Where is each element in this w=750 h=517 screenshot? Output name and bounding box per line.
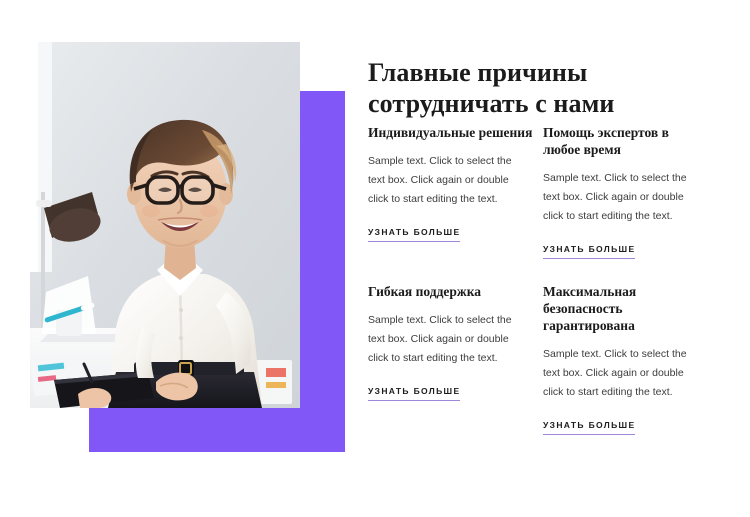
feature-link-3[interactable]: УЗНАТЬ БОЛЬШЕ: [368, 386, 461, 401]
feature-link-2[interactable]: УЗНАТЬ БОЛЬШЕ: [543, 244, 636, 259]
feature-link-1[interactable]: УЗНАТЬ БОЛЬШЕ: [368, 227, 461, 242]
hero-photo-illustration: [30, 42, 300, 408]
hero-photo: [30, 42, 300, 408]
page-title: Главные причины сотрудничать с нами: [368, 58, 615, 119]
page-root: Главные причины сотрудничать с нами Инди…: [0, 0, 750, 517]
features-grid: Индивидуальные решения Sample text. Clic…: [368, 124, 718, 435]
feature-body-3: Sample text. Click to select the text bo…: [368, 314, 512, 364]
content-column: Главные причины сотрудничать с нами Инди…: [368, 0, 723, 517]
feature-card-1: Индивидуальные решения Sample text. Clic…: [368, 124, 533, 259]
feature-body-4: Sample text. Click to select the text bo…: [543, 348, 687, 398]
feature-card-2: Помощь экспертов в любое время Sample te…: [543, 124, 708, 259]
feature-link-4[interactable]: УЗНАТЬ БОЛЬШЕ: [543, 420, 636, 435]
hero-visual: [0, 0, 360, 517]
feature-card-4: Максимальная безопасность гарантирована …: [543, 283, 708, 435]
feature-body-2: Sample text. Click to select the text bo…: [543, 172, 687, 222]
feature-title-4: Максимальная безопасность гарантирована: [543, 284, 637, 333]
feature-card-3: Гибкая поддержка Sample text. Click to s…: [368, 283, 533, 435]
feature-title-2: Помощь экспертов в любое время: [543, 125, 669, 157]
feature-body-1: Sample text. Click to select the text bo…: [368, 155, 512, 205]
feature-title-3: Гибкая поддержка: [368, 284, 482, 299]
feature-title-1: Индивидуальные решения: [368, 125, 533, 140]
